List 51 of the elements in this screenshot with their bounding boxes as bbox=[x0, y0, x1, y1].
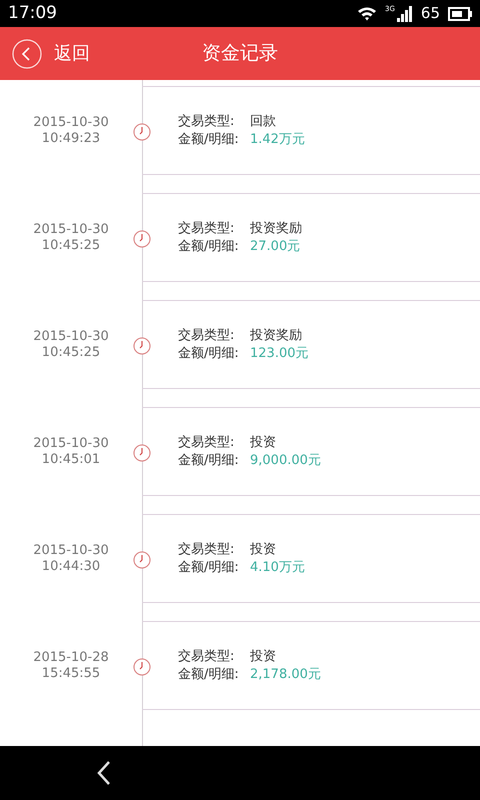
amount-value: 27.00元 bbox=[250, 238, 300, 256]
type-label: 交易类型: bbox=[178, 112, 236, 130]
type-label: 交易类型: bbox=[178, 326, 236, 344]
amount-value: 2,178.00元 bbox=[250, 666, 321, 684]
back-icon bbox=[12, 38, 42, 68]
record-time: 10:49:23 bbox=[42, 130, 100, 146]
record-date: 2015-10-30 bbox=[33, 328, 109, 344]
signal-icon bbox=[396, 6, 413, 22]
amount-label: 金额/明细: bbox=[178, 344, 240, 362]
type-value: 投资 bbox=[250, 434, 276, 452]
amount-label: 金额/明细: bbox=[178, 452, 240, 470]
type-value: 投资 bbox=[250, 648, 276, 666]
type-value: 回款 bbox=[250, 112, 276, 130]
record-time: 10:45:25 bbox=[42, 238, 100, 254]
record-date: 2015-10-28 bbox=[33, 650, 109, 666]
type-label: 交易类型: bbox=[178, 648, 236, 666]
type-value: 投资奖励 bbox=[250, 326, 302, 344]
type-label: 交易类型: bbox=[178, 540, 236, 558]
wifi-icon bbox=[357, 6, 378, 22]
type-label: 交易类型: bbox=[178, 434, 236, 452]
clock-icon bbox=[133, 444, 151, 462]
clock-icon bbox=[133, 551, 151, 569]
page-title: 资金记录 bbox=[202, 41, 278, 66]
back-button[interactable]: 返回 bbox=[0, 38, 90, 68]
amount-label: 金额/明细: bbox=[178, 666, 240, 684]
record-date: 2015-10-30 bbox=[33, 542, 109, 558]
battery-icon bbox=[448, 6, 472, 20]
amount-label: 金额/明细: bbox=[178, 558, 240, 576]
type-value: 投资 bbox=[250, 540, 276, 558]
clock-icon bbox=[133, 337, 151, 355]
clock-icon bbox=[133, 658, 151, 676]
amount-value: 123.00元 bbox=[250, 344, 308, 362]
type-label: 交易类型: bbox=[178, 220, 236, 238]
clock-icon bbox=[133, 123, 151, 141]
type-value: 投资奖励 bbox=[250, 220, 302, 238]
record-time: 10:45:25 bbox=[42, 344, 100, 360]
record-time: 10:44:30 bbox=[42, 558, 100, 574]
clock-icon bbox=[133, 230, 151, 248]
record-time: 15:45:55 bbox=[42, 666, 100, 682]
amount-label: 金额/明细: bbox=[178, 130, 240, 148]
record-date: 2015-10-30 bbox=[33, 114, 109, 130]
amount-value: 1.42万元 bbox=[250, 130, 305, 148]
record-date: 2015-10-30 bbox=[33, 436, 109, 452]
record-date: 2015-10-30 bbox=[33, 222, 109, 238]
status-time: 17:09 bbox=[8, 2, 57, 25]
record-time: 10:45:01 bbox=[42, 452, 100, 468]
battery-level: 65 bbox=[420, 3, 440, 24]
amount-value: 4.10万元 bbox=[250, 558, 305, 576]
amount-value: 9,000.00元 bbox=[250, 452, 321, 470]
amount-label: 金额/明细: bbox=[178, 238, 240, 256]
back-nav-icon[interactable] bbox=[96, 760, 112, 786]
